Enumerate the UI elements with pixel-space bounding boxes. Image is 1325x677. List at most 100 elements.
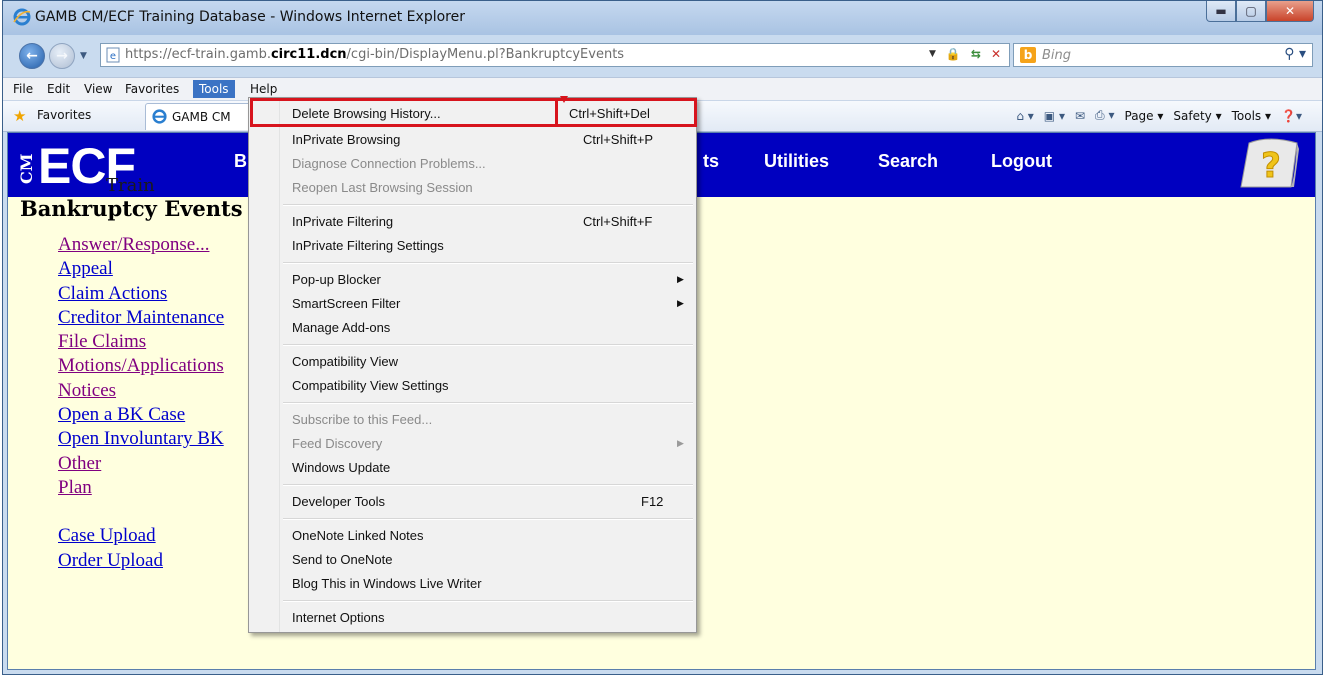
logo-cm: CM	[17, 153, 36, 185]
nav-bankruptcy[interactable]: B	[234, 151, 247, 172]
link-group-spacer	[58, 500, 224, 524]
menu-item-blog-this[interactable]: Blog This in Windows Live Writer	[292, 574, 482, 594]
tools-menu-button[interactable]: Tools ▾	[1232, 109, 1271, 123]
page-title: Bankruptcy Events	[20, 196, 243, 221]
back-button[interactable]: ←	[19, 43, 45, 69]
url-text[interactable]: https://ecf-train.gamb.circ11.dcn/cgi-bi…	[125, 47, 624, 62]
nav-utilities[interactable]: Utilities	[764, 151, 829, 172]
link-file-claims[interactable]: File Claims	[58, 330, 224, 354]
safety-menu-button[interactable]: Safety ▾	[1173, 109, 1221, 123]
address-bar[interactable]: e https://ecf-train.gamb.circ11.dcn/cgi-…	[100, 43, 1010, 67]
recent-pages-dropdown-icon[interactable]: ▼	[80, 51, 87, 61]
menu-item-send-to-onenote[interactable]: Send to OneNote	[292, 550, 392, 570]
feeds-icon[interactable]: ▣ ▾	[1044, 109, 1065, 123]
menu-item-manage-addons[interactable]: Manage Add-ons	[292, 318, 390, 338]
shortcut-developer-tools: F12	[641, 494, 664, 509]
menu-item-feed-discovery: Feed Discovery	[292, 436, 383, 451]
menu-separator	[283, 402, 693, 404]
link-appeal[interactable]: Appeal	[58, 257, 224, 281]
link-notices[interactable]: Notices	[58, 379, 224, 403]
menu-item-delete-browsing-history[interactable]: Delete Browsing History...	[292, 104, 441, 124]
refresh-icon[interactable]: ⇆	[971, 47, 981, 61]
search-placeholder: Bing	[1042, 48, 1072, 63]
page-icon: e	[106, 47, 120, 63]
nav-logout[interactable]: Logout	[991, 151, 1052, 172]
favorites-star-icon[interactable]: ★	[13, 107, 26, 125]
logo-train: Train	[106, 175, 155, 196]
window-title: GAMB CM/ECF Training Database - Windows …	[35, 9, 465, 25]
link-claim-actions[interactable]: Claim Actions	[58, 282, 224, 306]
menu-item-inprivate-filtering[interactable]: InPrivate Filtering	[292, 212, 393, 232]
menu-separator	[283, 484, 693, 486]
menu-edit[interactable]: Edit	[41, 80, 76, 98]
address-dropdown-icon[interactable]: ▼	[929, 49, 936, 59]
tools-dropdown-menu: Delete Browsing History... Ctrl+Shift+De…	[248, 97, 697, 633]
address-tools: ▼ 🔒 ⇆ ✕	[929, 47, 1001, 61]
link-order-upload[interactable]: Order Upload	[58, 549, 224, 573]
url-suffix: /cgi-bin/DisplayMenu.pl?BankruptcyEvents	[346, 47, 625, 62]
command-bar: ⌂ ▾ ▣ ▾ ✉ ⎙ ▾ Page ▾ Safety ▾ Tools ▾ ❓▾	[1016, 108, 1302, 123]
url-prefix: https://ecf-train.gamb.	[125, 47, 271, 62]
menu-item-compatibility-view-settings[interactable]: Compatibility View Settings	[292, 376, 449, 396]
title-bar: GAMB CM/ECF Training Database - Windows …	[3, 1, 1322, 35]
help-question-icon[interactable]: ?	[1239, 137, 1299, 189]
link-creditor-maintenance[interactable]: Creditor Maintenance	[58, 306, 224, 330]
menu-item-compatibility-view[interactable]: Compatibility View	[292, 352, 398, 372]
link-plan[interactable]: Plan	[58, 476, 224, 500]
svg-text:e: e	[110, 51, 116, 62]
menu-item-inprivate-filtering-settings[interactable]: InPrivate Filtering Settings	[292, 236, 444, 256]
page-menu-button[interactable]: Page ▾	[1125, 109, 1164, 123]
bing-logo-icon: b	[1020, 47, 1036, 63]
submenu-arrow-icon: ▶	[677, 439, 684, 449]
link-motions-applications[interactable]: Motions/Applications	[58, 354, 224, 378]
maximize-button[interactable]: ▢	[1236, 1, 1266, 22]
print-icon[interactable]: ⎙ ▾	[1095, 108, 1114, 123]
ecf-logo[interactable]: CM ECF Train	[16, 138, 166, 196]
menu-item-developer-tools[interactable]: Developer Tools	[292, 492, 385, 512]
menu-item-internet-options[interactable]: Internet Options	[292, 608, 385, 628]
menu-item-onenote-linked-notes[interactable]: OneNote Linked Notes	[292, 526, 424, 546]
forward-button[interactable]: →	[49, 43, 75, 69]
nav-reports[interactable]: ts	[703, 151, 719, 172]
link-case-upload[interactable]: Case Upload	[58, 524, 224, 548]
menu-item-diagnose-connection: Diagnose Connection Problems...	[292, 156, 486, 171]
menu-item-smartscreen-filter[interactable]: SmartScreen Filter	[292, 294, 400, 314]
shortcut-inprivate-browsing: Ctrl+Shift+P	[583, 132, 654, 147]
menu-separator	[283, 600, 693, 602]
menu-item-inprivate-browsing[interactable]: InPrivate Browsing	[292, 130, 400, 150]
menu-tools[interactable]: Tools	[193, 80, 235, 98]
link-open-bk-case[interactable]: Open a BK Case	[58, 403, 224, 427]
menu-view[interactable]: View	[78, 80, 118, 98]
highlight-annotation-divider	[555, 98, 558, 127]
link-open-involuntary[interactable]: Open Involuntary BK	[58, 427, 224, 451]
nav-search[interactable]: Search	[878, 151, 938, 172]
menu-item-windows-update[interactable]: Windows Update	[292, 458, 390, 478]
shortcut-inprivate-filtering: Ctrl+Shift+F	[583, 214, 653, 229]
menu-item-popup-blocker[interactable]: Pop-up Blocker	[292, 270, 381, 290]
window-controls: ▬ ▢ ✕	[1206, 1, 1314, 23]
menu-separator	[283, 344, 693, 346]
mail-icon[interactable]: ✉	[1075, 109, 1085, 123]
menu-help[interactable]: Help	[244, 80, 283, 98]
help-icon[interactable]: ❓▾	[1281, 109, 1302, 123]
menu-file[interactable]: File	[7, 80, 39, 98]
link-other[interactable]: Other	[58, 452, 224, 476]
link-answer-response[interactable]: Answer/Response...	[58, 233, 224, 257]
menu-separator	[283, 204, 693, 206]
submenu-arrow-icon: ▶	[677, 299, 684, 309]
lock-icon[interactable]: 🔒	[946, 47, 961, 61]
ie-logo-icon	[152, 109, 167, 124]
menu-separator	[283, 262, 693, 264]
close-window-button[interactable]: ✕	[1266, 1, 1314, 22]
search-box[interactable]: b Bing ⚲ ▾	[1013, 43, 1313, 67]
menu-favorites[interactable]: Favorites	[119, 80, 185, 98]
search-icon[interactable]: ⚲ ▾	[1284, 46, 1306, 62]
minimize-button[interactable]: ▬	[1206, 1, 1236, 22]
stop-icon[interactable]: ✕	[991, 47, 1001, 61]
favorites-button[interactable]: Favorites	[37, 108, 91, 122]
svg-text:?: ?	[1261, 146, 1281, 186]
event-links: Answer/Response... Appeal Claim Actions …	[58, 233, 224, 573]
home-icon[interactable]: ⌂ ▾	[1016, 109, 1033, 123]
tab-title: GAMB CM	[172, 110, 231, 124]
menu-separator	[283, 518, 693, 520]
